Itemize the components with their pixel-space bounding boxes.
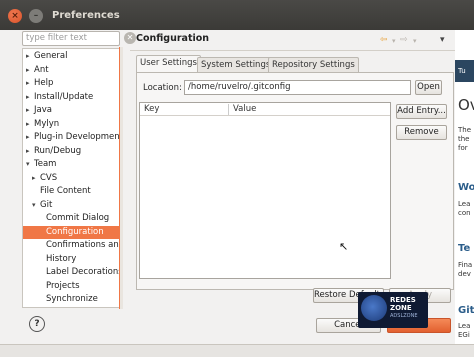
tree-item-label: General bbox=[34, 51, 68, 61]
tree-item[interactable]: ▸ Plug-in Development bbox=[23, 131, 119, 144]
tree-item-label: CVS bbox=[40, 172, 58, 183]
background-text: dev bbox=[458, 270, 471, 278]
background-text: Wo bbox=[458, 182, 474, 193]
background-text: Tu bbox=[458, 67, 466, 75]
remove-button[interactable]: Remove bbox=[396, 125, 447, 140]
forward-arrow-icon[interactable]: ⇨ bbox=[400, 35, 408, 45]
tree-item[interactable]: ▾ Git bbox=[23, 199, 119, 212]
page-title: Configuration bbox=[136, 33, 210, 44]
window-title: Preferences bbox=[52, 10, 120, 21]
tree-item[interactable]: Commit Dialog bbox=[23, 212, 119, 225]
location-field[interactable]: /home/ruvelro/.gitconfig bbox=[184, 80, 411, 95]
tree-item-label: Confirmations and bbox=[46, 240, 120, 250]
tree-item-label: Run/Debug bbox=[34, 145, 82, 156]
tree-item-label: Commit Dialog bbox=[46, 213, 110, 223]
tree-item[interactable]: ▸ CVS bbox=[23, 172, 119, 185]
globe-icon bbox=[361, 295, 387, 321]
collapsed-arrow-icon[interactable]: ▸ bbox=[26, 77, 30, 90]
tree-item[interactable]: Configuration bbox=[23, 225, 119, 239]
background-text: Ov bbox=[458, 96, 474, 114]
tree-item-label: Projects bbox=[46, 280, 80, 291]
tree-item-label: Java bbox=[34, 105, 52, 115]
column-divider[interactable] bbox=[228, 104, 229, 115]
tree-item-label: Install/Update bbox=[34, 91, 94, 102]
add-entry-button[interactable]: Add Entry... bbox=[396, 104, 447, 119]
back-menu-icon[interactable]: ▾ bbox=[392, 37, 396, 45]
tree-item[interactable]: ▸ Run/Debug bbox=[23, 145, 119, 158]
tree-item[interactable]: Label Decorations bbox=[23, 266, 119, 279]
collapsed-arrow-icon[interactable]: ▸ bbox=[26, 145, 30, 158]
tree-item[interactable]: ▸ General bbox=[23, 50, 119, 63]
tree-item-label: Plug-in Development bbox=[34, 132, 120, 142]
view-menu-icon[interactable]: ▾ bbox=[440, 35, 445, 45]
help-icon[interactable]: ? bbox=[29, 316, 45, 332]
tree-item-label: Mylyn bbox=[34, 118, 60, 129]
collapsed-arrow-icon[interactable]: ▸ bbox=[26, 64, 30, 77]
tree-item[interactable]: Confirmations and bbox=[23, 239, 119, 252]
background-text: Te bbox=[458, 243, 471, 254]
tree-item[interactable]: ▾ Team bbox=[23, 158, 119, 171]
tree-item-label: Label Decorations bbox=[46, 267, 120, 277]
tree-item-label: File Content bbox=[40, 186, 91, 196]
filter-input[interactable]: type filter text bbox=[22, 31, 120, 46]
collapsed-arrow-icon[interactable]: ▸ bbox=[26, 104, 30, 117]
tree-item[interactable]: ▸ Help bbox=[23, 77, 119, 90]
expanded-arrow-icon[interactable]: ▾ bbox=[26, 158, 30, 171]
tree-item[interactable]: ▸ Ant bbox=[23, 64, 119, 77]
watermark-line: ZONE bbox=[390, 304, 412, 312]
background-text: Fina bbox=[458, 261, 473, 269]
tree-item-label: Team bbox=[34, 159, 57, 169]
background-text: for bbox=[458, 144, 468, 152]
tree-item-label: Synchronize bbox=[46, 294, 98, 304]
tree-item[interactable]: Projects bbox=[23, 280, 119, 293]
tree-item[interactable]: File Content bbox=[23, 185, 119, 198]
forward-menu-icon[interactable]: ▾ bbox=[413, 37, 417, 45]
mouse-cursor-icon: ↖ bbox=[339, 240, 349, 253]
watermark-line: REDES bbox=[390, 296, 416, 304]
collapsed-arrow-icon[interactable]: ▸ bbox=[26, 118, 30, 131]
tree-item[interactable]: ▸ Mylyn bbox=[23, 118, 119, 131]
tree-item-label: Ant bbox=[34, 64, 49, 75]
tab-system-settings[interactable]: System Settings bbox=[197, 57, 275, 72]
table-header: Key Value bbox=[140, 103, 390, 116]
tree-item[interactable]: Synchronize bbox=[23, 293, 119, 306]
background-text: con bbox=[458, 209, 471, 217]
back-arrow-icon[interactable]: ⇦ bbox=[380, 35, 388, 45]
tree-scrollbar[interactable] bbox=[119, 47, 123, 309]
tree-item[interactable]: ▸ Install/Update bbox=[23, 91, 119, 104]
collapsed-arrow-icon[interactable]: ▸ bbox=[32, 172, 36, 185]
minimize-window-button[interactable]: – bbox=[29, 9, 43, 23]
tab-user-settings[interactable]: User Settings bbox=[136, 55, 201, 73]
collapsed-arrow-icon[interactable]: ▸ bbox=[26, 131, 30, 144]
watermark-line: ADSLZONE bbox=[390, 313, 418, 319]
background-text: Lea bbox=[458, 200, 471, 208]
background-text: Git bbox=[458, 305, 474, 316]
column-header-value[interactable]: Value bbox=[233, 103, 256, 116]
collapsed-arrow-icon[interactable]: ▸ bbox=[26, 50, 30, 63]
column-header-key[interactable]: Key bbox=[144, 103, 159, 116]
collapsed-arrow-icon[interactable]: ▸ bbox=[26, 91, 30, 104]
background-text: the bbox=[458, 135, 470, 143]
location-label: Location: bbox=[143, 83, 182, 93]
config-table[interactable]: Key Value bbox=[139, 102, 391, 279]
background-text: The bbox=[458, 126, 472, 134]
tree-item-label: Help bbox=[34, 78, 54, 88]
background-statusbar bbox=[0, 344, 474, 357]
close-window-button[interactable]: × bbox=[8, 9, 22, 23]
header-separator bbox=[130, 50, 455, 51]
tab-repository-settings[interactable]: Repository Settings bbox=[268, 57, 359, 72]
tree-item-label: Git bbox=[40, 199, 53, 210]
expanded-arrow-icon[interactable]: ▾ bbox=[32, 199, 36, 212]
clear-filter-icon[interactable]: ✕ bbox=[124, 32, 136, 44]
tree-item-label: Configuration bbox=[46, 226, 104, 237]
tree-item-label: History bbox=[46, 253, 77, 264]
tree-item[interactable]: ▸ Java bbox=[23, 104, 119, 117]
tree-item[interactable]: History bbox=[23, 253, 119, 266]
background-text: EGi bbox=[458, 331, 470, 339]
preferences-tree[interactable]: ▸ General ▸ Ant ▸ Help ▸ Install/Update ▸ Java ▸ My… bbox=[22, 48, 120, 308]
background-text: Lea bbox=[458, 322, 471, 330]
open-button[interactable]: Open bbox=[415, 80, 442, 95]
